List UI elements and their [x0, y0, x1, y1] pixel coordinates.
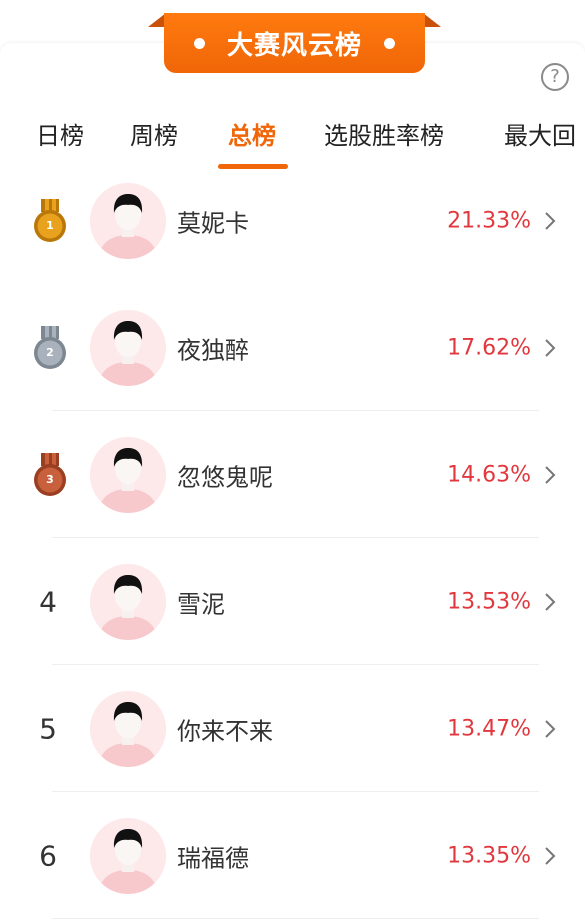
medal-rank-number: 2 — [46, 345, 54, 359]
chevron-right-icon — [545, 592, 556, 611]
return-percentage: 13.47% — [447, 716, 531, 741]
row-divider — [52, 918, 539, 919]
user-name: 瑞福德 — [177, 844, 249, 872]
rank-number: 5 — [39, 712, 57, 745]
medal-rank-number: 3 — [46, 472, 54, 486]
banner-dot-right — [384, 37, 395, 49]
ranking-row[interactable]: 4 雪泥 13.53% — [0, 538, 585, 665]
chevron-right-icon — [545, 719, 556, 738]
rank-number: 6 — [39, 839, 57, 872]
avatar[interactable] — [90, 817, 166, 894]
return-percentage: 13.35% — [447, 843, 531, 868]
user-name: 忽悠鬼呢 — [177, 463, 273, 491]
return-percentage: 14.63% — [447, 462, 531, 487]
return-percentage: 17.62% — [447, 335, 531, 360]
chevron-right-icon — [545, 465, 556, 484]
banner-body: 大赛风云榜 — [164, 13, 425, 73]
tab-overall[interactable]: 总榜 — [228, 116, 276, 151]
tab-weekly[interactable]: 周榜 — [130, 116, 178, 151]
avatar[interactable] — [90, 690, 166, 767]
ranking-row[interactable]: 6 瑞福德 13.35% — [0, 792, 585, 919]
banner-dot-left — [193, 37, 205, 49]
return-percentage: 13.53% — [447, 589, 531, 614]
return-percentage: 21.33% — [447, 208, 531, 233]
avatar[interactable] — [90, 182, 166, 259]
ranking-row[interactable]: 5 你来不来 13.47% — [0, 665, 585, 792]
rank-number: 4 — [39, 585, 57, 618]
silver-medal-icon: 2 — [32, 325, 68, 370]
help-question-icon[interactable]: ? — [541, 63, 569, 91]
user-name: 夜独醉 — [177, 336, 249, 364]
gold-medal-icon: 1 — [32, 198, 68, 243]
user-name: 你来不来 — [177, 717, 273, 745]
title-banner: 大赛风云榜 — [148, 13, 441, 75]
chevron-right-icon — [545, 211, 556, 230]
avatar[interactable] — [90, 436, 166, 513]
avatar[interactable] — [90, 309, 166, 386]
ranking-row[interactable]: 2 夜独醉 17.62% — [0, 284, 585, 411]
tab-daily[interactable]: 日榜 — [36, 116, 84, 151]
chevron-right-icon — [545, 338, 556, 357]
ranking-row[interactable]: 3 忽悠鬼呢 14.63% — [0, 411, 585, 538]
page-title: 大赛风云榜 — [226, 30, 362, 61]
banner-ribbon-right — [423, 13, 441, 27]
bronze-medal-icon: 3 — [32, 452, 68, 497]
tab-max-drawdown[interactable]: 最大回 — [504, 116, 576, 151]
medal-rank-number: 1 — [46, 218, 54, 232]
chevron-right-icon — [545, 846, 556, 865]
user-name: 雪泥 — [177, 590, 225, 618]
ranking-row[interactable]: 1 莫妮卡 21.33% — [0, 157, 585, 284]
user-name: 莫妮卡 — [177, 209, 249, 237]
avatar[interactable] — [90, 563, 166, 640]
tab-win-rate[interactable]: 选股胜率榜 — [324, 116, 444, 151]
